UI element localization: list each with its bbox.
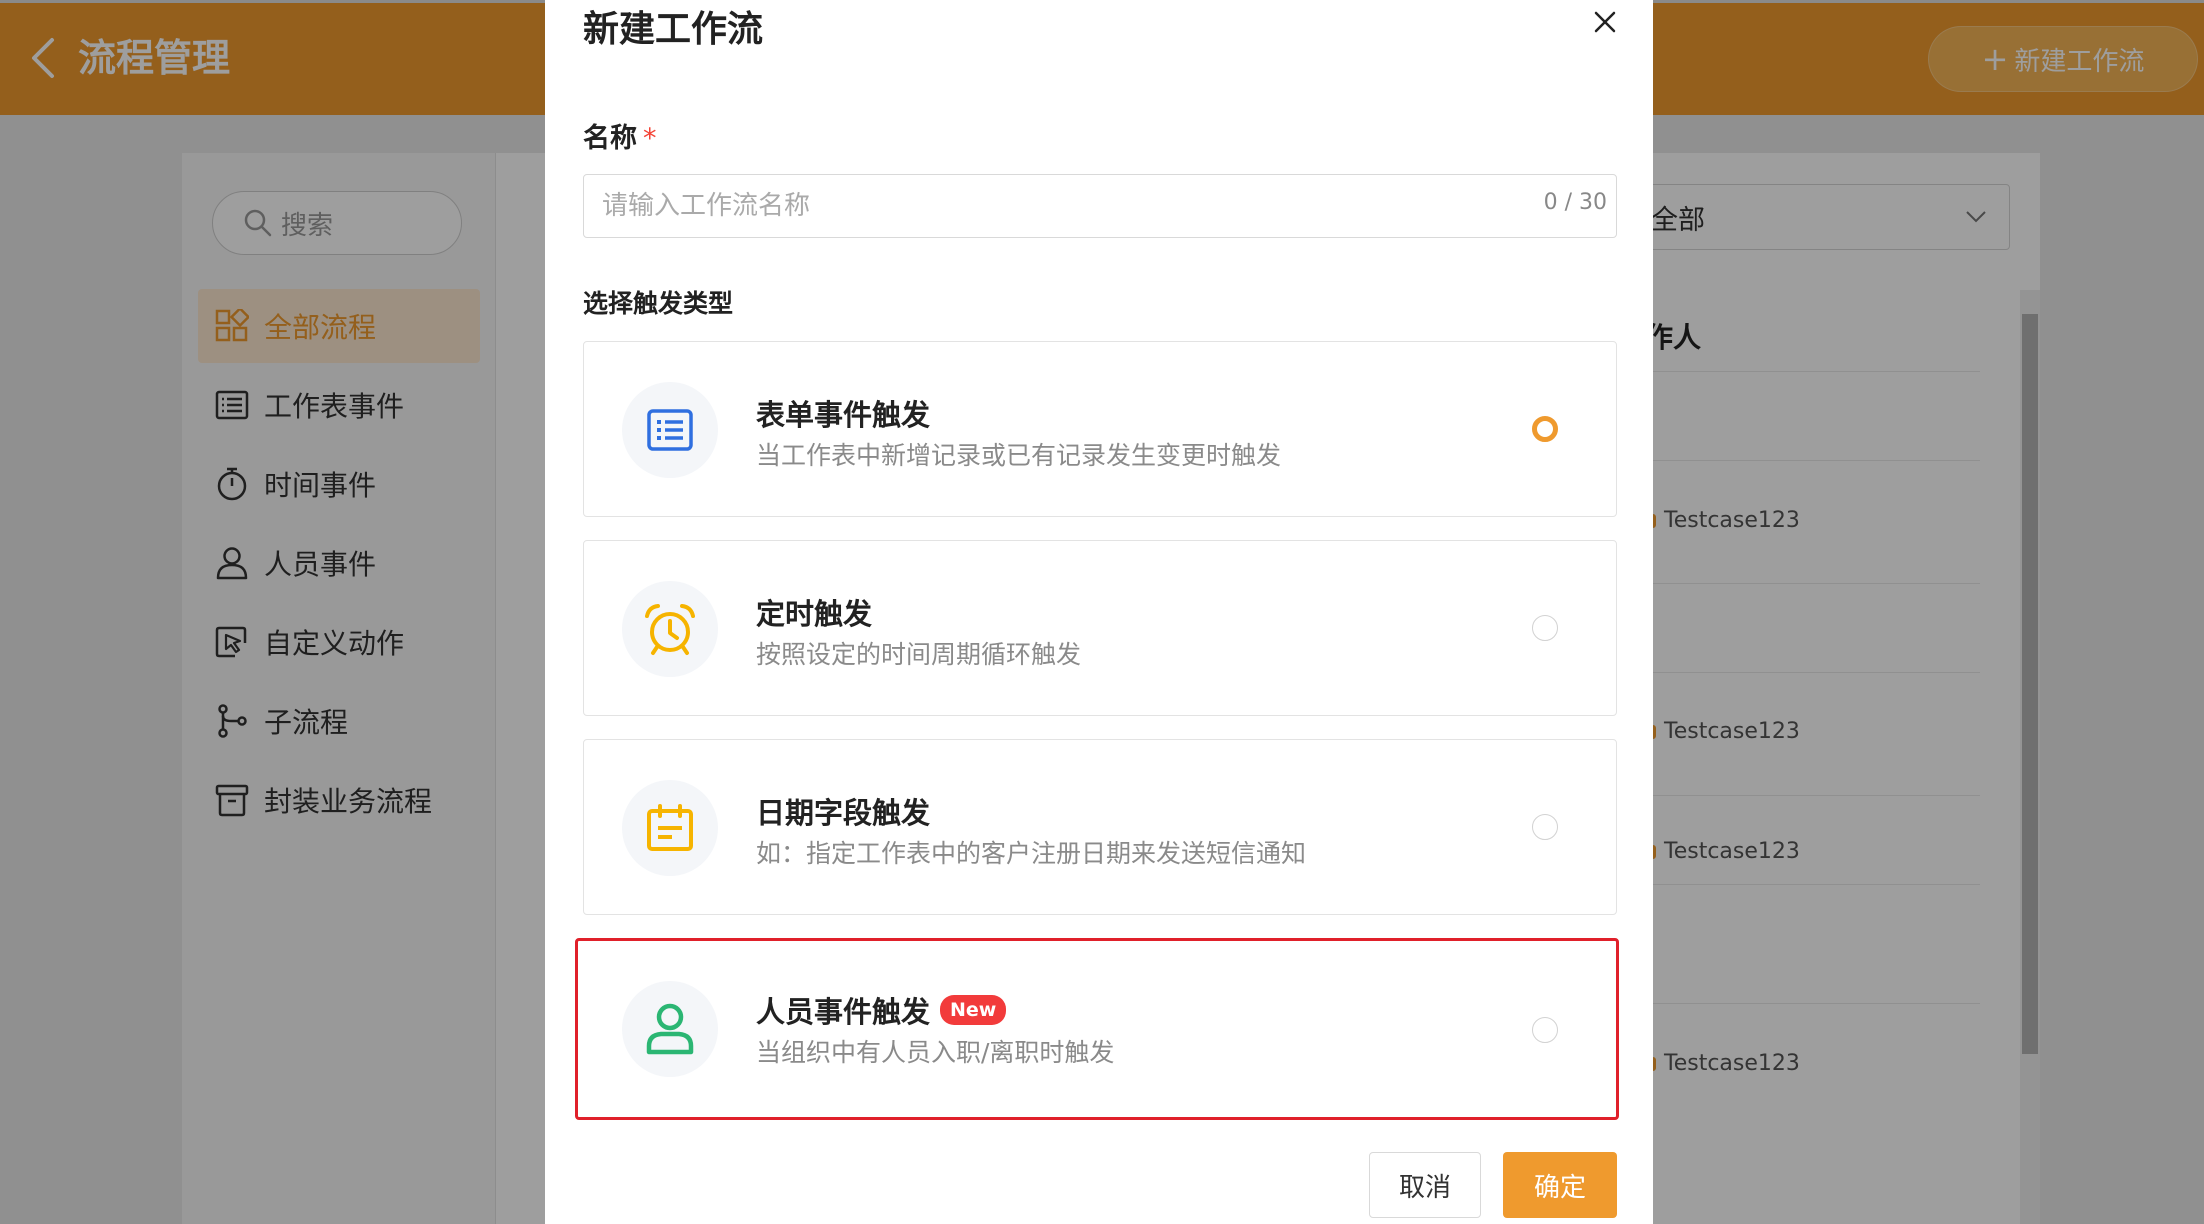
close-icon[interactable] — [1589, 6, 1621, 38]
name-char-counter: 0 / 30 — [1543, 190, 1607, 215]
radio-scheduled[interactable] — [1532, 615, 1558, 641]
trigger-title: 表单事件触发 — [756, 398, 931, 432]
trigger-description: 如：指定工作表中的客户注册日期来发送短信通知 — [756, 839, 1307, 868]
person-icon — [622, 981, 718, 1077]
name-label: 名称 * — [583, 123, 657, 154]
trigger-option-person-event[interactable]: 人员事件触发 New 当组织中有人员入职/离职时触发 — [575, 938, 1619, 1120]
trigger-title: 定时触发 — [756, 597, 873, 631]
trigger-title: 日期字段触发 — [756, 796, 931, 830]
trigger-section-label: 选择触发类型 — [583, 289, 734, 318]
trigger-option-date-field[interactable]: 日期字段触发 如：指定工作表中的客户注册日期来发送短信通知 — [583, 739, 1617, 915]
required-mark: * — [643, 123, 657, 154]
radio-date-field[interactable] — [1532, 814, 1558, 840]
trigger-description: 按照设定的时间周期循环触发 — [756, 640, 1082, 669]
trigger-option-scheduled[interactable]: 定时触发 按照设定的时间周期循环触发 — [583, 540, 1617, 716]
trigger-description: 当工作表中新增记录或已有记录发生变更时触发 — [756, 441, 1282, 470]
trigger-option-form-event[interactable]: 表单事件触发 当工作表中新增记录或已有记录发生变更时触发 — [583, 341, 1617, 517]
alarm-clock-icon — [622, 581, 718, 677]
form-list-icon — [622, 382, 718, 478]
confirm-button[interactable]: 确定 — [1503, 1152, 1617, 1218]
new-badge: New — [940, 995, 1007, 1025]
cancel-button[interactable]: 取消 — [1369, 1152, 1481, 1218]
calendar-icon — [622, 780, 718, 876]
radio-form-event[interactable] — [1532, 416, 1558, 442]
dialog-title: 新建工作流 — [583, 9, 764, 50]
workflow-name-input[interactable] — [583, 174, 1617, 238]
new-workflow-dialog: 新建工作流 名称* 0 / 30 选择触发类型 表单事件触发 当工作表中新增记录… — [545, 0, 1653, 1224]
radio-person-event[interactable] — [1532, 1017, 1558, 1043]
trigger-description: 当组织中有人员入职/离职时触发 — [756, 1038, 1115, 1067]
trigger-title: 人员事件触发 New — [756, 989, 1007, 1031]
